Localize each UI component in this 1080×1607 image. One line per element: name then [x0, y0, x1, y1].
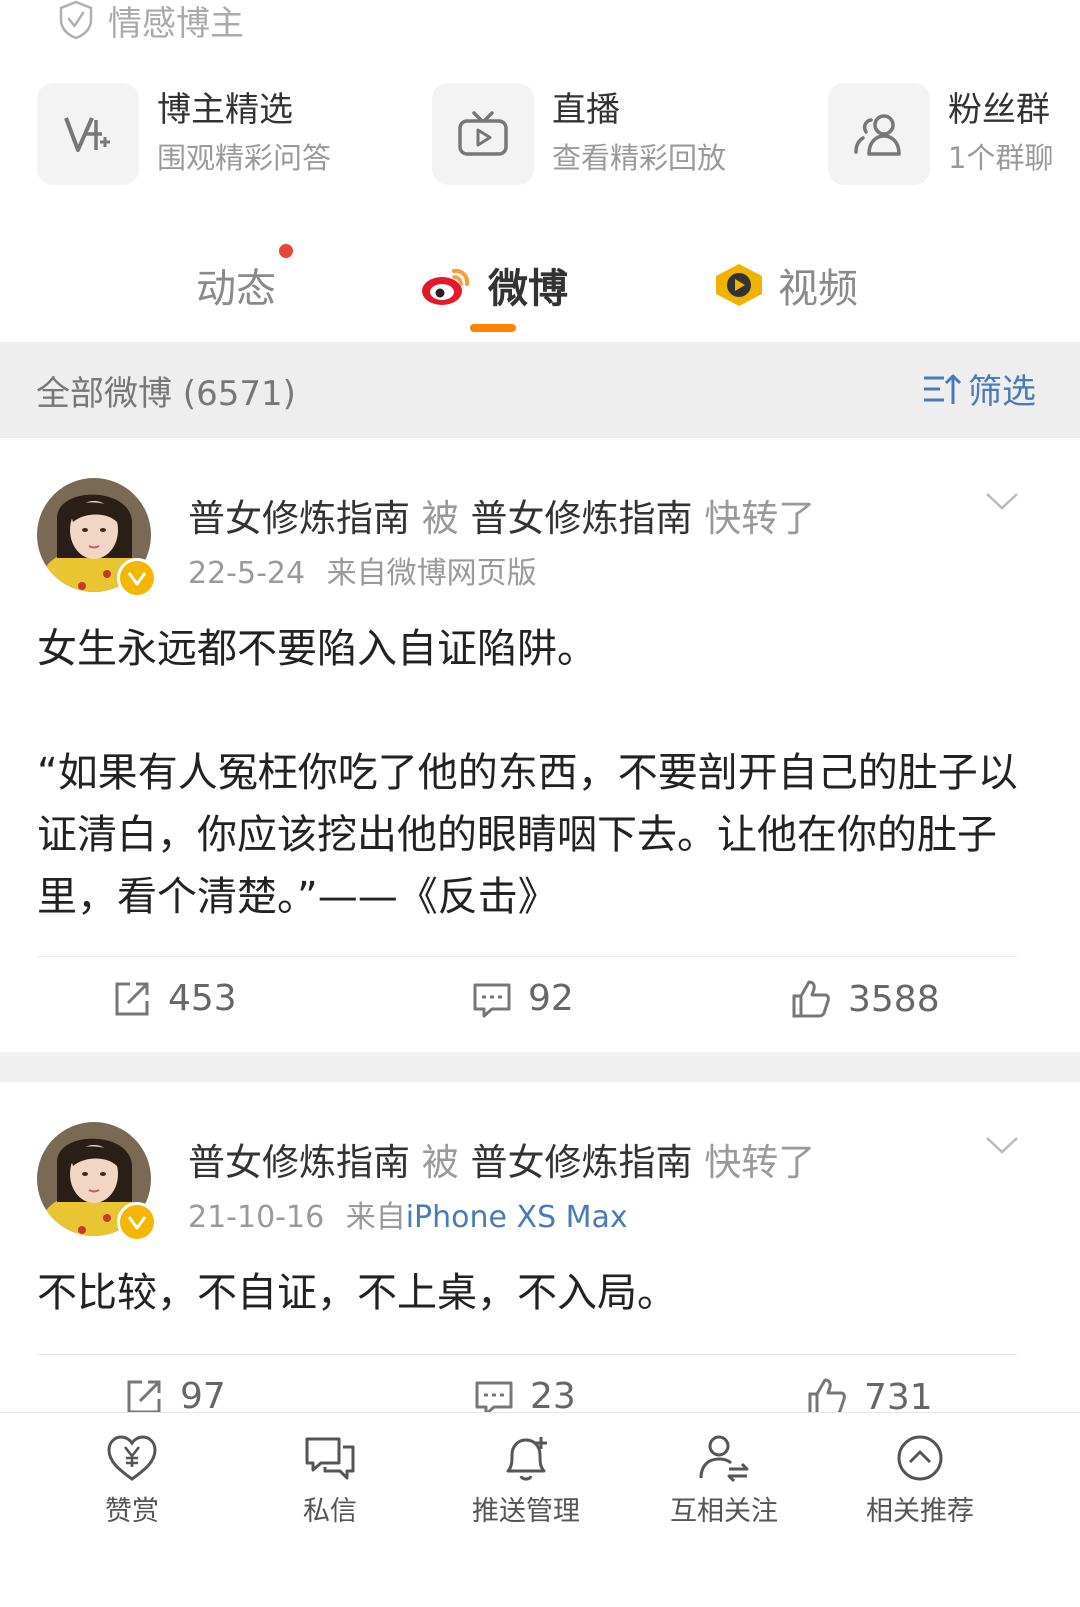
- repost-count: 453: [168, 978, 237, 1019]
- forwarder-name[interactable]: 普女修炼指南: [471, 497, 693, 540]
- filter-bar: 全部微博 (6571) 筛选: [0, 342, 1080, 438]
- profile-tag: 情感博主: [58, 0, 244, 44]
- feature-live[interactable]: 直播 查看精彩回放: [432, 82, 726, 186]
- tab-label: 视频: [778, 266, 858, 312]
- post-date: 22-5-24: [188, 556, 306, 591]
- message-label: 私信: [303, 1496, 357, 1527]
- v-plus-icon: [37, 83, 139, 185]
- by-word: 被: [421, 497, 459, 540]
- post-text: 不比较，不自证，不上桌，不入局。: [37, 1270, 677, 1316]
- by-word: 被: [421, 1141, 459, 1184]
- verified-badge-icon: [117, 558, 157, 598]
- comment-count: 23: [530, 1376, 576, 1412]
- profile-tag-label: 情感博主: [108, 3, 244, 44]
- group-icon: [828, 83, 930, 185]
- comment-icon: [473, 983, 511, 1017]
- weibo-logo-icon: [422, 268, 470, 305]
- tab-label: 微博: [488, 266, 568, 312]
- feature-subtitle: 围观精彩问答: [157, 141, 332, 175]
- post-header: 普女修炼指南 被 普女修炼指南 快转了: [188, 488, 815, 542]
- reward-button[interactable]: 赞赏: [52, 1433, 212, 1528]
- mutual-follow-icon: [699, 1435, 749, 1483]
- bottom-action-bar: 赞赏 私信 推送管理 互相关注 相关推荐: [0, 1412, 1080, 1607]
- feature-subtitle: 查看精彩回放: [552, 141, 727, 175]
- mutual-follow-button[interactable]: 互相关注: [644, 1433, 804, 1528]
- post-card[interactable]: 普女修炼指南 被 普女修炼指南 快转了 21-10-16 来自iPhone XS…: [0, 1082, 1080, 1412]
- feature-subtitle: 1个群聊: [948, 141, 1054, 175]
- feature-title: 博主精选: [157, 90, 293, 130]
- chevron-down-icon[interactable]: [984, 1134, 1020, 1158]
- post-text: 女生永远都不要陷入自证陷阱。 “如果有人冤枉你吃了他的东西，不要剖开自己的肚子以…: [37, 626, 1018, 920]
- post-meta: 22-5-24 来自微博网页版: [188, 548, 537, 592]
- divider: [37, 956, 1017, 957]
- tab-weibo[interactable]: 微博: [420, 255, 568, 315]
- post-source: 微博网页版: [386, 556, 537, 591]
- related-recommend-button[interactable]: 相关推荐: [840, 1433, 1000, 1528]
- chat-icon: [305, 1437, 355, 1480]
- feature-title: 直播: [552, 90, 620, 130]
- active-tab-indicator: [470, 324, 516, 332]
- divider: [37, 1354, 1017, 1355]
- verified-badge-icon: [117, 1202, 157, 1242]
- filter-icon: [924, 374, 962, 404]
- like-count: 731: [864, 1376, 933, 1413]
- thumbs-up-icon: [792, 980, 830, 1018]
- comment-button[interactable]: 23: [474, 1376, 576, 1412]
- tab-video[interactable]: 视频: [712, 255, 858, 315]
- thumbs-up-icon: [808, 1378, 846, 1412]
- bell-plus-icon: [506, 1437, 547, 1481]
- push-settings-label: 推送管理: [472, 1496, 580, 1527]
- like-button[interactable]: 3588: [790, 978, 940, 1020]
- feature-title: 粉丝群: [948, 90, 1050, 130]
- tab-label: 动态: [196, 266, 276, 312]
- post-date: 21-10-16: [188, 1200, 325, 1235]
- heart-yen-icon: [107, 1435, 157, 1481]
- chevron-down-icon[interactable]: [984, 490, 1020, 514]
- notification-dot: [279, 244, 293, 258]
- section-separator: [0, 1052, 1080, 1082]
- related-recommend-label: 相关推荐: [866, 1496, 974, 1527]
- post-meta: 21-10-16 来自iPhone XS Max: [188, 1192, 628, 1236]
- source-prefix: 来自: [326, 556, 387, 591]
- repost-button[interactable]: 453: [112, 978, 237, 1019]
- author-name[interactable]: 普女修炼指南: [188, 1141, 410, 1184]
- chevron-up-circle-icon: [897, 1435, 943, 1481]
- comment-count: 92: [528, 978, 574, 1019]
- push-settings-button[interactable]: 推送管理: [446, 1433, 606, 1528]
- repost-icon: [115, 982, 149, 1015]
- post-card[interactable]: 普女修炼指南 被 普女修炼指南 快转了 22-5-24 来自微博网页版 女生永远…: [0, 438, 1080, 1052]
- mutual-follow-label: 互相关注: [670, 1496, 778, 1527]
- author-name[interactable]: 普女修炼指南: [188, 497, 410, 540]
- shield-check-icon: [59, 0, 93, 40]
- video-channel-icon: [716, 264, 762, 306]
- post-header: 普女修炼指南 被 普女修炼指南 快转了: [188, 1132, 815, 1186]
- like-button[interactable]: 731: [806, 1376, 933, 1412]
- reward-label: 赞赏: [105, 1496, 159, 1527]
- forwarder-name[interactable]: 普女修炼指南: [471, 1141, 693, 1184]
- action-word: 快转了: [704, 1141, 816, 1184]
- comment-button[interactable]: 92: [472, 978, 574, 1019]
- comment-icon: [475, 1381, 513, 1412]
- filter-label: 筛选: [968, 372, 1036, 412]
- filter-button[interactable]: 筛选: [922, 364, 1036, 413]
- repost-count: 97: [180, 1376, 226, 1412]
- weibo-count-label: 全部微博 (6571): [36, 374, 296, 414]
- action-word: 快转了: [704, 497, 816, 540]
- message-button[interactable]: 私信: [250, 1433, 410, 1528]
- tab-dongtai[interactable]: 动态: [196, 255, 276, 315]
- source-prefix: 来自: [345, 1200, 406, 1235]
- repost-icon: [127, 1380, 161, 1412]
- tv-icon: [432, 83, 534, 185]
- feature-fan-group[interactable]: 粉丝群 1个群聊: [828, 82, 1053, 186]
- post-source[interactable]: iPhone XS Max: [406, 1200, 628, 1235]
- repost-button[interactable]: 97: [124, 1376, 226, 1412]
- like-count: 3588: [848, 978, 940, 1020]
- feature-bozhu-jingxuan[interactable]: 博主精选 围观精彩问答: [37, 82, 331, 186]
